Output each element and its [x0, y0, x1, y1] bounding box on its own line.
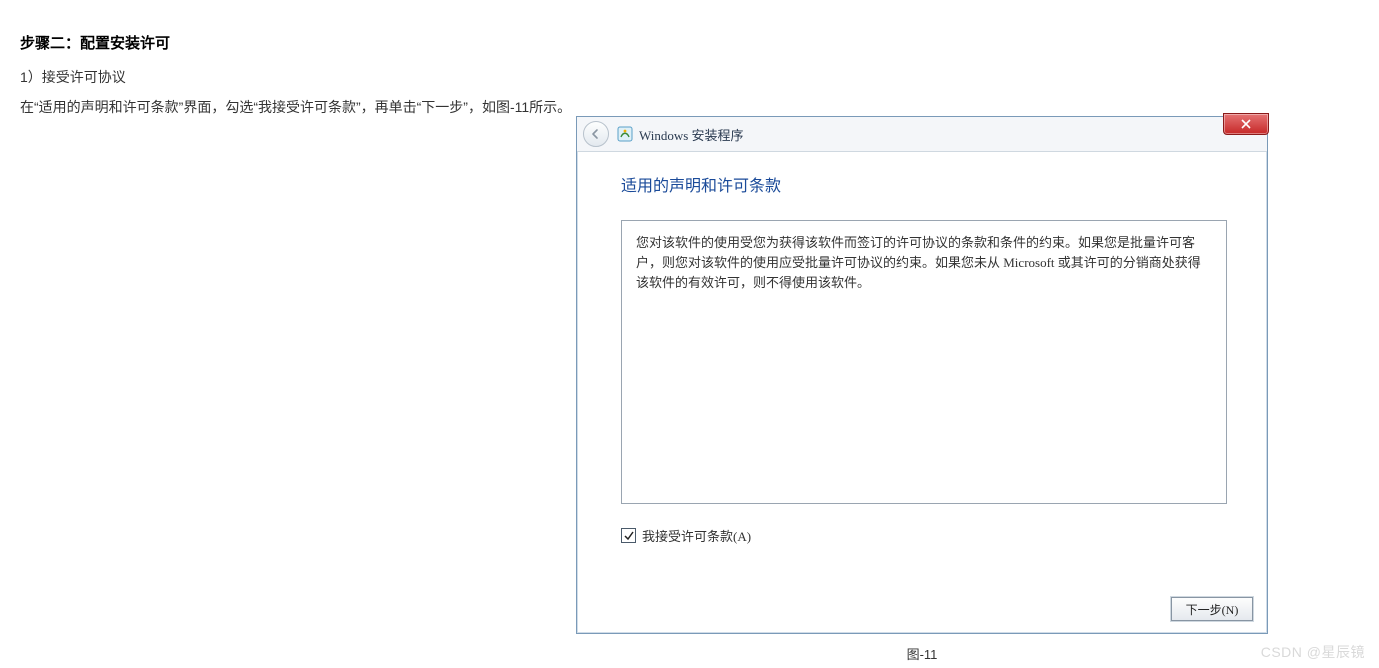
windows-setup-dialog: Windows 安装程序 适用的声明和许可条款 您对该软件的使用受您为获得该软件… — [576, 116, 1268, 634]
step-title: 步骤二：配置安装许可 — [20, 32, 1359, 53]
back-button[interactable] — [583, 121, 609, 147]
close-icon — [1241, 119, 1251, 129]
figure-dialog-wrap: Windows 安装程序 适用的声明和许可条款 您对该软件的使用受您为获得该软件… — [576, 116, 1268, 663]
substep-label: 1）接受许可协议 — [20, 67, 1359, 87]
arrow-left-icon — [590, 128, 602, 140]
license-text: 您对该软件的使用受您为获得该软件而签订的许可协议的条款和条件的约束。如果您是批量… — [636, 235, 1201, 290]
accept-license-label: 我接受许可条款(A) — [642, 526, 751, 545]
checkbox-icon — [621, 528, 636, 543]
dialog-heading: 适用的声明和许可条款 — [621, 172, 1227, 196]
dialog-titlebar: Windows 安装程序 — [577, 117, 1267, 152]
document-body: 步骤二：配置安装许可 1）接受许可协议 在“适用的声明和许可条款”界面，勾选“我… — [0, 0, 1379, 117]
close-button[interactable] — [1223, 113, 1269, 135]
dialog-content: 适用的声明和许可条款 您对该软件的使用受您为获得该软件而签订的许可协议的条款和条… — [577, 152, 1267, 545]
license-text-box: 您对该软件的使用受您为获得该软件而签订的许可协议的条款和条件的约束。如果您是批量… — [621, 220, 1227, 504]
dialog-title: Windows 安装程序 — [639, 125, 744, 144]
instruction-text: 在“适用的声明和许可条款”界面，勾选“我接受许可条款”，再单击“下一步”，如图-… — [20, 97, 1359, 117]
accept-license-checkbox[interactable]: 我接受许可条款(A) — [621, 526, 1227, 545]
watermark-text: CSDN @星辰镜 — [1261, 642, 1365, 662]
windows-setup-icon — [617, 126, 633, 142]
next-button[interactable]: 下一步(N) — [1171, 597, 1253, 621]
next-button-label: 下一步(N) — [1186, 601, 1239, 618]
figure-caption: 图-11 — [576, 644, 1268, 663]
